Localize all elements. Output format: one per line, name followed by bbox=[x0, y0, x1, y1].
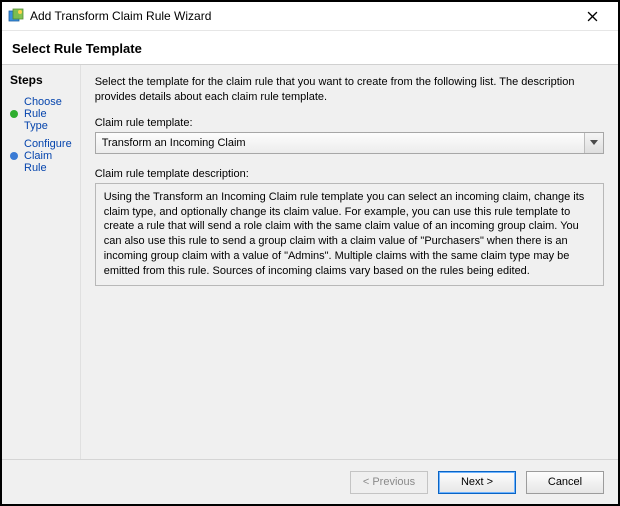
chevron-down-icon bbox=[584, 133, 603, 153]
step-label: Choose Rule Type bbox=[24, 96, 72, 132]
next-button[interactable]: Next > bbox=[438, 471, 516, 494]
step-pending-icon bbox=[10, 152, 18, 160]
wizard-body: Steps Choose Rule Type Configure Claim R… bbox=[2, 65, 618, 459]
claim-rule-template-select[interactable]: Transform an Incoming Claim bbox=[95, 132, 604, 154]
previous-button: < Previous bbox=[350, 471, 428, 494]
wizard-window: Add Transform Claim Rule Wizard Select R… bbox=[0, 0, 620, 506]
description-label: Claim rule template description: bbox=[95, 168, 604, 180]
app-icon bbox=[8, 8, 24, 24]
close-button[interactable] bbox=[572, 2, 612, 30]
window-title: Add Transform Claim Rule Wizard bbox=[30, 9, 572, 23]
step-label: Configure Claim Rule bbox=[24, 138, 72, 174]
titlebar: Add Transform Claim Rule Wizard bbox=[2, 2, 618, 31]
template-selected-value: Transform an Incoming Claim bbox=[102, 137, 246, 149]
template-description: Using the Transform an Incoming Claim ru… bbox=[95, 183, 604, 286]
wizard-footer: < Previous Next > Cancel bbox=[2, 459, 618, 504]
cancel-button[interactable]: Cancel bbox=[526, 471, 604, 494]
intro-text: Select the template for the claim rule t… bbox=[95, 75, 604, 105]
template-label: Claim rule template: bbox=[95, 117, 604, 129]
page-title: Select Rule Template bbox=[2, 31, 618, 64]
wizard-content: Select the template for the claim rule t… bbox=[81, 65, 618, 459]
step-configure-claim-rule[interactable]: Configure Claim Rule bbox=[10, 135, 72, 177]
step-active-icon bbox=[10, 110, 18, 118]
steps-heading: Steps bbox=[10, 73, 72, 87]
steps-sidebar: Steps Choose Rule Type Configure Claim R… bbox=[2, 65, 81, 459]
step-choose-rule-type[interactable]: Choose Rule Type bbox=[10, 93, 72, 135]
